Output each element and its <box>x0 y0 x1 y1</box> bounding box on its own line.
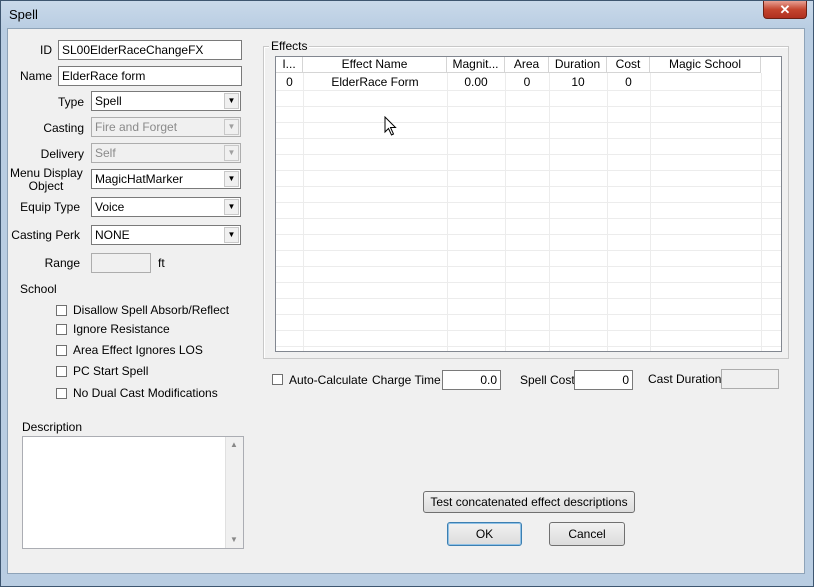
ignore-resistance-label: Ignore Resistance <box>73 322 170 336</box>
grid-line <box>303 73 304 351</box>
id-field[interactable]: SL00ElderRaceChangeFX <box>58 40 242 60</box>
column-header-effect-name[interactable]: Effect Name <box>303 57 447 73</box>
test-descriptions-button[interactable]: Test concatenated effect descriptions <box>423 491 635 513</box>
scroll-down-icon[interactable]: ▼ <box>226 532 242 548</box>
title-bar[interactable]: Spell ✕ <box>1 1 814 29</box>
spell-cost-field[interactable]: 0 <box>574 370 633 390</box>
cell-effect-name: ElderRace Form <box>331 75 419 89</box>
disallow-absorb-checkbox[interactable] <box>56 305 67 316</box>
grid-line <box>761 73 762 351</box>
casting-perk-label: Casting Perk <box>11 228 80 242</box>
cell-magic-school <box>650 74 761 90</box>
spell-cost-label: Spell Cost <box>520 373 575 387</box>
cell-index: 0 <box>286 75 293 89</box>
menu-display-dropdown[interactable]: MagicHatMarker ▼ <box>91 169 241 189</box>
dropdown-arrow-icon: ▼ <box>224 93 239 109</box>
casting-perk-dropdown[interactable]: NONE ▼ <box>91 225 241 245</box>
effects-group-label: Effects <box>269 39 310 53</box>
effects-list[interactable]: I... Effect Name Magnit... Area Duration… <box>275 56 782 352</box>
grid-line <box>276 346 781 347</box>
menu-display-label-line2: Object <box>28 179 64 193</box>
mouse-pointer-icon <box>384 116 397 136</box>
cell-area: 0 <box>523 75 531 89</box>
column-header-magnitude[interactable]: Magnit... <box>447 57 505 73</box>
casting-label: Casting <box>43 121 84 135</box>
grid-line <box>276 266 781 267</box>
id-label: ID <box>40 43 52 57</box>
name-field[interactable]: ElderRace form <box>58 66 242 86</box>
close-icon: ✕ <box>779 2 791 17</box>
window-title: Spell <box>9 7 38 22</box>
grid-line <box>276 138 781 139</box>
charge-time-label: Charge Time <box>372 373 441 387</box>
auto-calculate-label: Auto-Calculate <box>289 373 368 387</box>
type-label: Type <box>57 95 84 109</box>
area-effect-los-label: Area Effect Ignores LOS <box>73 343 203 357</box>
grid-line <box>276 154 781 155</box>
range-label: Range <box>44 256 80 270</box>
grid-line <box>276 106 781 107</box>
column-header-index[interactable]: I... <box>276 57 303 73</box>
grid-line <box>276 298 781 299</box>
grid-line <box>447 73 448 351</box>
equip-type-label: Equip Type <box>20 200 80 214</box>
dropdown-arrow-icon: ▼ <box>224 171 239 187</box>
grid-line <box>607 73 608 351</box>
close-button[interactable]: ✕ <box>763 1 807 19</box>
charge-time-field[interactable]: 0.0 <box>442 370 501 390</box>
grid-line <box>276 282 781 283</box>
type-dropdown[interactable]: Spell ▼ <box>91 91 241 111</box>
grid-line <box>650 73 651 351</box>
grid-line <box>276 122 781 123</box>
description-textarea[interactable]: ▲ ▼ <box>22 436 244 549</box>
cell-duration: 10 <box>571 75 585 89</box>
dropdown-arrow-icon: ▼ <box>224 199 239 215</box>
equip-type-dropdown[interactable]: Voice ▼ <box>91 197 241 217</box>
delivery-label: Delivery <box>40 147 84 161</box>
ok-button[interactable]: OK <box>447 522 522 546</box>
grid-line <box>276 330 781 331</box>
grid-line <box>276 170 781 171</box>
description-label: Description <box>22 420 83 434</box>
cast-duration-label: Cast Duration <box>648 372 722 386</box>
column-header-magic-school[interactable]: Magic School <box>650 57 761 73</box>
name-label: Name <box>19 69 52 83</box>
grid-line <box>276 218 781 219</box>
cell-magnitude: 0.00 <box>464 75 488 89</box>
auto-calculate-checkbox[interactable] <box>272 374 283 385</box>
menu-display-label-line1: Menu Display <box>10 166 83 180</box>
ignore-resistance-checkbox[interactable] <box>56 324 67 335</box>
delivery-dropdown: Self ▼ <box>91 143 241 163</box>
pc-start-spell-label: PC Start Spell <box>73 364 149 378</box>
range-unit-label: ft <box>158 256 165 270</box>
cast-duration-field <box>721 369 779 389</box>
grid-line <box>276 186 781 187</box>
area-effect-los-checkbox[interactable] <box>56 345 67 356</box>
grid-line <box>549 73 550 351</box>
school-label: School <box>20 282 57 296</box>
scroll-up-icon[interactable]: ▲ <box>226 437 242 453</box>
grid-line <box>276 90 781 91</box>
grid-line <box>276 250 781 251</box>
cancel-button[interactable]: Cancel <box>549 522 625 546</box>
dropdown-arrow-icon: ▼ <box>224 145 239 161</box>
cell-cost: 0 <box>625 75 632 89</box>
column-header-duration[interactable]: Duration <box>549 57 607 73</box>
grid-line <box>276 234 781 235</box>
disallow-absorb-label: Disallow Spell Absorb/Reflect <box>73 303 230 317</box>
column-header-area[interactable]: Area <box>505 57 549 73</box>
pc-start-spell-checkbox[interactable] <box>56 366 67 377</box>
grid-line <box>276 202 781 203</box>
no-dual-cast-label: No Dual Cast Modifications <box>73 386 218 400</box>
dropdown-arrow-icon: ▼ <box>224 119 239 135</box>
range-field <box>91 253 151 273</box>
casting-dropdown: Fire and Forget ▼ <box>91 117 241 137</box>
description-scrollbar[interactable]: ▲ ▼ <box>225 437 243 548</box>
dropdown-arrow-icon: ▼ <box>224 227 239 243</box>
grid-line <box>505 73 506 351</box>
column-header-cost[interactable]: Cost <box>607 57 650 73</box>
grid-line <box>276 314 781 315</box>
no-dual-cast-checkbox[interactable] <box>56 388 67 399</box>
